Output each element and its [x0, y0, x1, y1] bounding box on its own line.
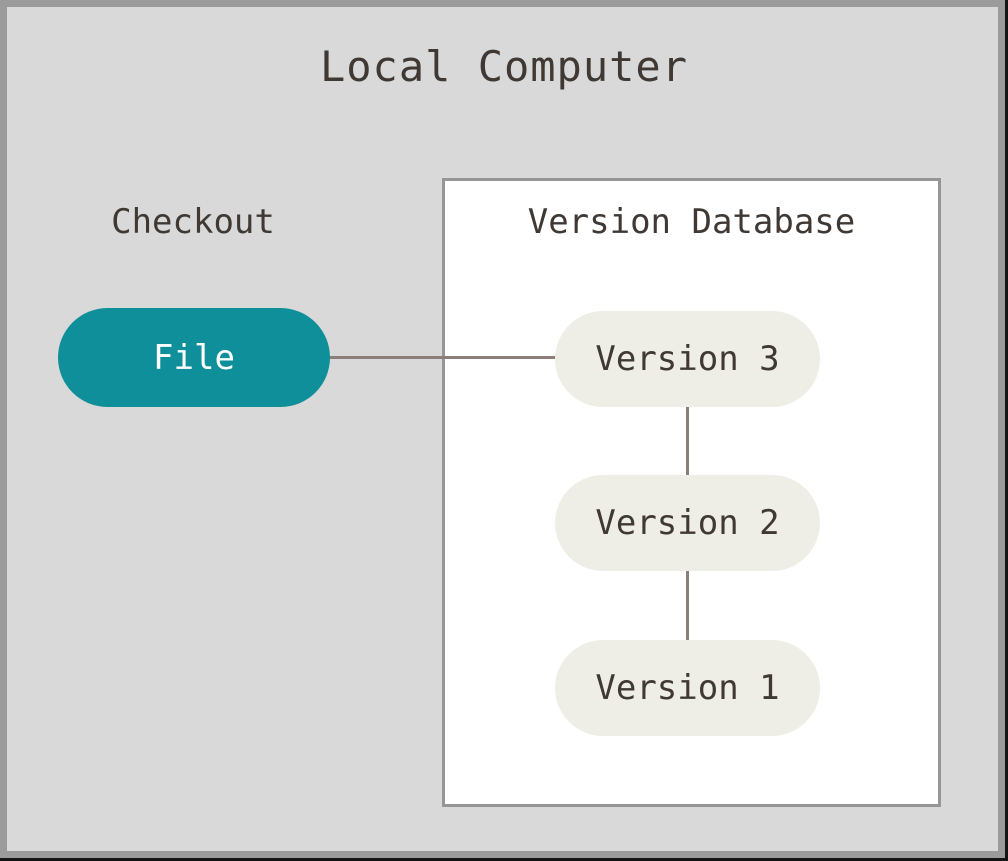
- node-file: File: [58, 308, 330, 407]
- node-file-label: File: [153, 338, 235, 378]
- edge-version2-to-version1: [686, 566, 689, 646]
- node-version-2: Version 2: [555, 475, 820, 571]
- edge-file-to-version3: [320, 356, 560, 359]
- edge-version3-to-version2: [686, 400, 689, 480]
- diagram-canvas: Local Computer Checkout Version Database…: [0, 0, 1008, 861]
- diagram-title: Local Computer: [0, 44, 1008, 90]
- checkout-label: Checkout: [62, 204, 324, 241]
- node-version-3: Version 3: [555, 311, 820, 407]
- node-version-1-label: Version 1: [595, 668, 779, 708]
- node-version-1: Version 1: [555, 640, 820, 736]
- node-version-3-label: Version 3: [595, 339, 779, 379]
- version-database-title: Version Database: [442, 204, 941, 241]
- node-version-2-label: Version 2: [595, 503, 779, 543]
